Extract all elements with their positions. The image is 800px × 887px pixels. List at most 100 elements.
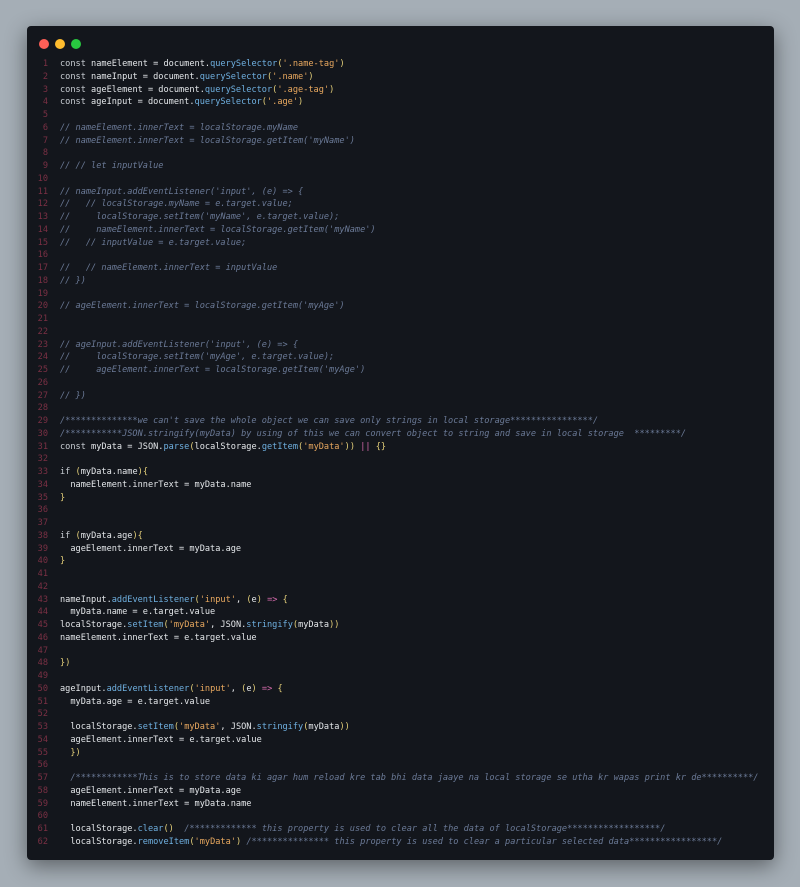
code-line: 42 [27,581,774,594]
line-number: 44 [37,607,48,618]
code-line: 57 /************This is to store data ki… [27,772,774,785]
line-number: 15 [37,237,48,248]
code-line: 48}) [27,657,774,670]
code-line: 26 [27,377,774,390]
line-text: localStorage.setItem('myData', JSON.stri… [60,620,340,630]
code-line: 47 [27,645,774,658]
line-text: ageElement.innerText = e.target.value [60,734,262,745]
line-text: /**************we can't save the whole o… [60,416,599,426]
line-text: localStorage.removeItem('myData') /*****… [60,836,723,847]
line-number: 12 [37,199,48,210]
line-number: 4 [42,97,48,108]
code-line: 43 nameInput.addEventListener('input', (e… [27,594,774,607]
code-line: 54 ageElement.innerText = e.target.value [27,734,774,747]
code-line: 52 [27,708,774,721]
line-text: // }) [60,390,86,401]
line-number: 62 [37,836,48,847]
line-number: 1 [42,59,48,69]
line-text: }) [60,658,71,669]
code-line: 58 ageElement.innerText = myData.age [27,785,774,798]
line-number: 25 [37,365,48,375]
code-line: 44 myData.name = e.target.value [27,606,774,619]
line-number: 47 [37,645,48,656]
code-line: 3 const ageElement = document.querySelect… [27,84,774,97]
line-number: 22 [37,326,48,337]
line-text: nameElement.innerText = myData.name [60,479,252,490]
line-number: 10 [37,173,48,184]
line-text: // localStorage.setItem('myName', e.targ… [60,212,340,222]
line-number: 7 [42,135,48,146]
line-number: 54 [37,734,48,745]
line-number: 3 [42,84,48,95]
line-text: ageInput.addEventListener('input', (e) =… [60,683,283,694]
code-line: 53 localStorage.setItem('myData', JSON.s… [27,721,774,734]
line-number: 21 [37,314,48,324]
minimize-button[interactable] [55,39,65,49]
code-line: 24 // localStorage.setItem('myAge', e.tar… [27,351,774,364]
line-number: 8 [42,148,48,159]
code-line: 29 /**************we can't save the whole… [27,415,774,428]
line-number: 18 [37,275,48,286]
line-text: const nameElement = document.querySelect… [60,59,345,69]
line-text: // // localStorage.myName = e.target.val… [60,199,293,210]
code-line: 20 // ageElement.innerText = localStorage… [27,300,774,313]
code-line: 60 [27,810,774,823]
line-number: 61 [37,824,48,834]
line-number: 24 [37,352,48,363]
line-number: 2 [42,71,48,82]
line-text: const ageElement = document.querySelecto… [60,84,335,95]
code-line: 46 nameElement.innerText = e.target.value [27,632,774,645]
code-line: 6 // nameElement.innerText = localStorage… [27,122,774,135]
line-number: 51 [37,696,48,707]
code-line: 1 const nameElement = document.querySelec… [27,58,774,71]
line-number: 29 [37,416,48,426]
line-text: if (myData.name){ [60,467,149,477]
line-text: // nameElement.innerText = localStorage.… [60,135,355,146]
line-number: 28 [37,403,48,414]
line-number: 14 [37,224,48,235]
line-text: }) [70,747,81,758]
line-number: 49 [37,671,48,681]
line-number: 36 [37,505,48,516]
code-line: 41 [27,568,774,581]
code-line: 4 const ageInput = document.querySelector… [27,96,774,109]
line-text: localStorage.clear() /************* this… [60,824,666,834]
line-text: // nameElement.innerText = localStorage.… [60,122,298,133]
line-number: 56 [37,760,48,771]
code-line: 14 // nameElement.innerText = localStorag… [27,224,774,237]
line-text: // localStorage.setItem('myAge', e.targe… [60,352,335,363]
code-line: 18 // }) [27,275,774,288]
code-line: 30 /***********JSON.stringify(myData) by … [27,428,774,441]
close-button[interactable] [39,39,49,49]
line-text: } [60,556,66,567]
line-number: 39 [37,543,48,554]
code-line: 40} [27,555,774,568]
code-editor[interactable]: 1 const nameElement = document.querySelec… [27,58,774,849]
line-text: localStorage.setItem('myData', JSON.stri… [60,722,350,732]
code-line: 10 [27,173,774,186]
line-number: 33 [37,467,48,477]
code-line: 51 myData.age = e.target.value [27,696,774,709]
line-number: 58 [37,785,48,796]
code-line: 36 [27,504,774,517]
code-line: 61 localStorage.clear() /************* t… [27,823,774,836]
line-number: 20 [37,301,48,312]
line-text: nameElement.innerText = e.target.value [60,632,257,643]
line-text: ageElement.innerText = myData.age [60,785,242,796]
line-text: } [60,492,66,503]
code-line: 12 // // localStorage.myName = e.target.v… [27,198,774,211]
code-line: 13 // localStorage.setItem('myName', e.ta… [27,211,774,224]
code-line: 2 const nameInput = document.querySelecto… [27,71,774,84]
line-text: const myData = JSON.parse(localStorage.g… [60,441,387,452]
line-number: 6 [42,122,48,133]
code-window: 1 const nameElement = document.querySelec… [27,26,774,860]
line-text: // nameElement.innerText = localStorage.… [60,224,376,235]
line-text: // // inputValue = e.target.value; [60,237,247,248]
line-number: 60 [37,811,48,822]
maximize-button[interactable] [71,39,81,49]
line-number: 26 [37,377,48,388]
code-line: 11 // nameInput.addEventListener('input',… [27,186,774,199]
line-text: const nameInput = document.querySelector… [60,71,314,82]
line-number: 30 [37,428,48,439]
line-text: ageElement.innerText = myData.age [60,543,242,554]
